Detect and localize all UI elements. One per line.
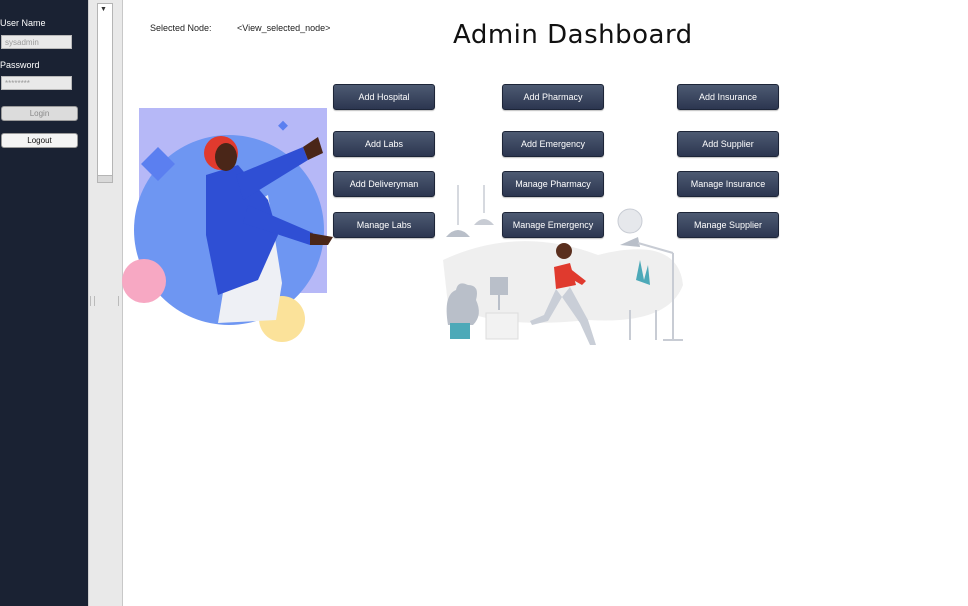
add-labs-button[interactable]: Add Labs [333, 131, 435, 157]
manage-pharmacy-button[interactable]: Manage Pharmacy [502, 171, 604, 197]
add-hospital-button[interactable]: Add Hospital [333, 84, 435, 110]
tree-expand-icon[interactable]: ▼ [99, 5, 108, 14]
add-supplier-button[interactable]: Add Supplier [677, 131, 779, 157]
add-deliveryman-button[interactable]: Add Deliveryman [333, 171, 435, 197]
tree-view[interactable]: ▼ [97, 3, 113, 183]
password-field[interactable]: ******** [1, 76, 72, 90]
page-title: Admin Dashboard [453, 20, 693, 50]
manage-insurance-button[interactable]: Manage Insurance [677, 171, 779, 197]
manage-supplier-button[interactable]: Manage Supplier [677, 212, 779, 238]
selected-node-label: Selected Node: [150, 23, 212, 33]
split-divider-left[interactable] [90, 296, 95, 306]
password-label: Password [0, 60, 40, 70]
add-pharmacy-button[interactable]: Add Pharmacy [502, 84, 604, 110]
add-emergency-button[interactable]: Add Emergency [502, 131, 604, 157]
person-pointing-illustration [122, 108, 333, 342]
manage-emergency-button[interactable]: Manage Emergency [502, 212, 604, 238]
manage-labs-button[interactable]: Manage Labs [333, 212, 435, 238]
username-field[interactable]: sysadmin [1, 35, 72, 49]
selected-node-value: <View_selected_node> [237, 23, 331, 33]
room-scene-illustration [443, 185, 683, 345]
login-panel: User Name sysadmin Password ******** Log… [0, 0, 88, 606]
logout-button[interactable]: Logout [1, 133, 78, 148]
login-button[interactable]: Login [1, 106, 78, 121]
add-insurance-button[interactable]: Add Insurance [677, 84, 779, 110]
username-label: User Name [0, 18, 46, 28]
tree-scrollbar[interactable] [98, 175, 112, 182]
